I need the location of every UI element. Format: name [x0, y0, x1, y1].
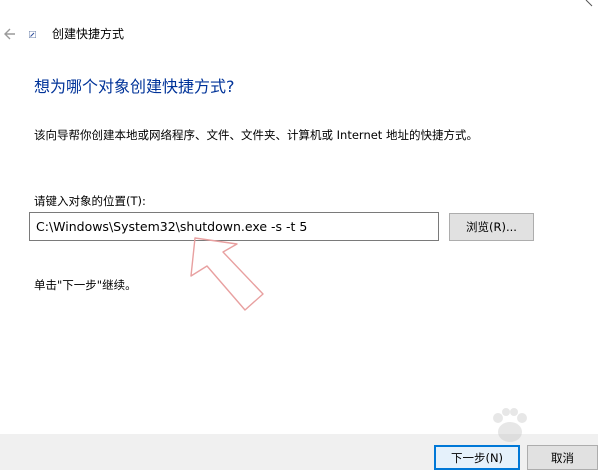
window-close-edge[interactable] — [578, 0, 598, 12]
wizard-description: 该向导帮你创建本地或网络程序、文件、文件夹、计算机或 Internet 地址的快… — [34, 128, 478, 142]
browse-button[interactable]: 浏览(R)... — [449, 213, 534, 241]
continue-hint: 单击"下一步"继续。 — [34, 278, 137, 292]
baidu-watermark-icon — [493, 408, 527, 442]
location-label: 请键入对象的位置(T): — [34, 194, 146, 208]
wizard-heading: 想为哪个对象创建快捷方式? — [34, 77, 235, 96]
title-bar: 创建快捷方式 — [0, 0, 598, 64]
annotation-arrow-icon — [190, 237, 264, 311]
back-button[interactable] — [0, 24, 20, 44]
arrow-left-icon — [4, 28, 15, 40]
window-title: 创建快捷方式 — [52, 27, 125, 41]
shortcut-app-icon — [29, 31, 36, 38]
